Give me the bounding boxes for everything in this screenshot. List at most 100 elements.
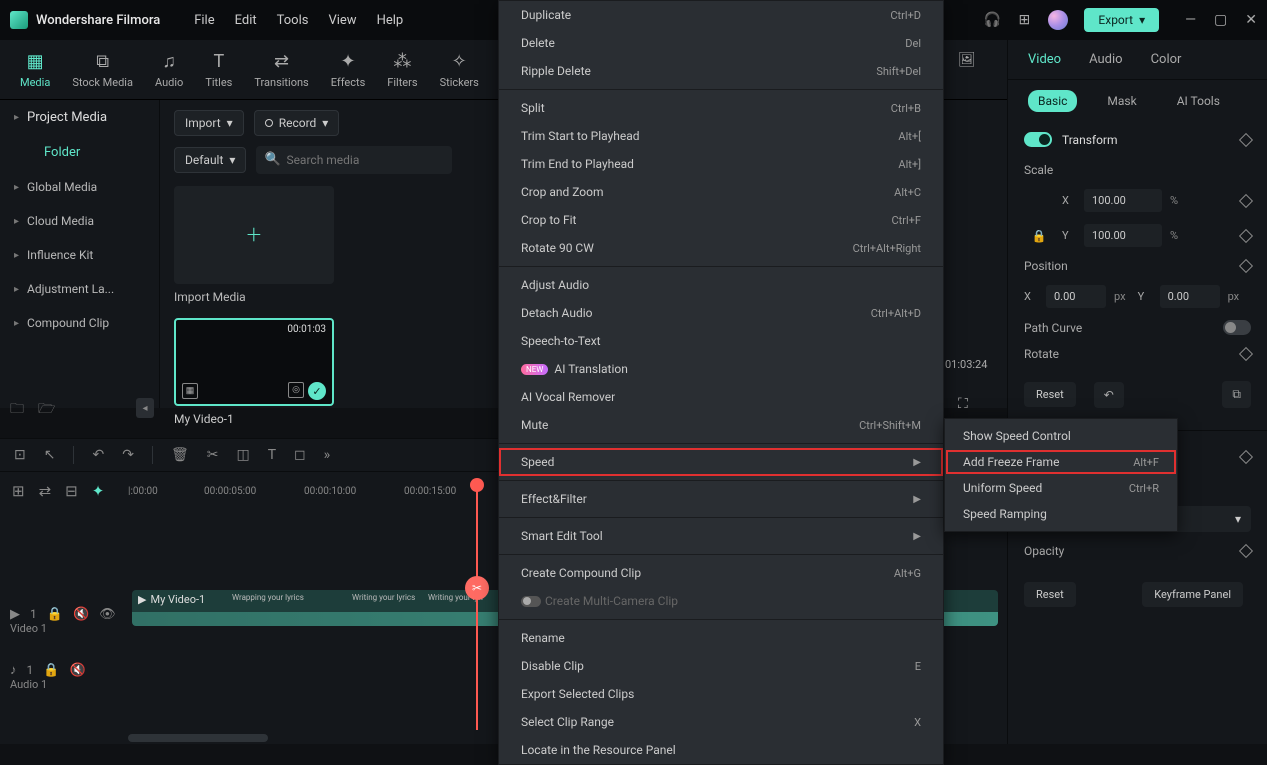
menu-delete[interactable]: DeleteDel <box>499 29 943 57</box>
fullscreen-icon[interactable]: ⛶ <box>958 396 968 412</box>
collapse-sidebar[interactable]: ◂ <box>136 398 154 418</box>
undo-icon[interactable]: ↶ <box>1094 382 1124 408</box>
nav-stock-media[interactable]: ⧉Stock Media <box>72 51 133 89</box>
folder-add-icon[interactable]: 🗀 <box>10 398 24 422</box>
menu-crop-to-fit[interactable]: Crop to FitCtrl+F <box>499 206 943 234</box>
playhead-cut-icon[interactable]: ✂ <box>465 576 489 600</box>
auto-icon[interactable]: ✦ <box>92 482 105 500</box>
folder-up-icon[interactable]: 🗁 <box>38 398 55 422</box>
pos-y-input[interactable] <box>1160 285 1220 308</box>
image-icon[interactable]: 🖼 <box>958 52 976 68</box>
reset-button[interactable]: Reset <box>1024 582 1076 607</box>
menu-ai-translation[interactable]: NEWAI Translation <box>499 355 943 383</box>
nav-titles[interactable]: TTitles <box>205 51 232 89</box>
crop-icon[interactable]: ◫ <box>236 447 249 463</box>
search-input[interactable] <box>256 146 452 174</box>
maximize-button[interactable]: ▢ <box>1214 12 1227 28</box>
import-dropdown[interactable]: Import▾ <box>174 110 244 136</box>
menu-adjust-audio[interactable]: Adjust Audio <box>499 271 943 299</box>
menu-ripple-delete[interactable]: Ripple DeleteShift+Del <box>499 57 943 85</box>
export-button[interactable]: Export ▾ <box>1084 8 1159 32</box>
default-dropdown[interactable]: Default▾ <box>174 147 246 173</box>
menu-file[interactable]: File <box>194 13 214 28</box>
keyframe-icon[interactable] <box>1239 228 1253 242</box>
menu-rotate-cw[interactable]: Rotate 90 CWCtrl+Alt+Right <box>499 234 943 262</box>
delete-icon[interactable]: 🗑 <box>171 447 189 463</box>
menu-edit[interactable]: Edit <box>235 13 257 28</box>
keyframe-panel-button[interactable]: Keyframe Panel <box>1142 582 1243 607</box>
sidebar-influence-kit[interactable]: ▸Influence Kit <box>0 238 159 272</box>
add-track-icon[interactable]: ⊞ <box>12 482 25 500</box>
nav-effects[interactable]: ✦Effects <box>331 51 366 89</box>
menu-trim-start-to-playhead[interactable]: Trim Start to PlayheadAlt+[ <box>499 122 943 150</box>
nav-transitions[interactable]: ⇄Transitions <box>254 51 308 89</box>
scale-y-input[interactable] <box>1084 224 1162 247</box>
sidebar-global-media[interactable]: ▸Global Media <box>0 170 159 204</box>
menu-rename[interactable]: Rename <box>499 624 943 652</box>
menu-detach-audio[interactable]: Detach AudioCtrl+Alt+D <box>499 299 943 327</box>
path-toggle[interactable] <box>1223 320 1251 335</box>
mute-icon[interactable]: 🔇 <box>73 607 89 622</box>
subtab-basic[interactable]: Basic <box>1028 90 1077 112</box>
keyframe-icon[interactable] <box>1239 259 1253 273</box>
menu-ai-vocal-remover[interactable]: AI Vocal Remover <box>499 383 943 411</box>
sidebar-adjustment[interactable]: ▸Adjustment La... <box>0 272 159 306</box>
menu-smart-edit-tool[interactable]: Smart Edit Tool▶ <box>499 522 943 550</box>
submenu-show-speed-control[interactable]: Show Speed Control <box>945 423 1177 449</box>
menu-trim-end-to-playhead[interactable]: Trim End to PlayheadAlt+] <box>499 150 943 178</box>
menu-crop-and-zoom[interactable]: Crop and ZoomAlt+C <box>499 178 943 206</box>
subtab-ai[interactable]: AI Tools <box>1167 90 1230 112</box>
tab-video[interactable]: Video <box>1028 52 1061 67</box>
redo-icon[interactable]: ↷ <box>122 447 134 463</box>
menu-split[interactable]: SplitCtrl+B <box>499 94 943 122</box>
split-icon[interactable]: ✂ <box>207 447 219 463</box>
group-icon[interactable]: ⊟ <box>65 482 78 500</box>
submenu-speed-ramping[interactable]: Speed Ramping <box>945 501 1177 527</box>
menu-export-selected-clips[interactable]: Export Selected Clips <box>499 680 943 708</box>
import-media-tile[interactable]: + <box>174 186 334 284</box>
subtab-mask[interactable]: Mask <box>1097 90 1146 112</box>
menu-help[interactable]: Help <box>377 13 404 28</box>
ai-orb-icon[interactable] <box>1048 10 1068 30</box>
undo-icon[interactable]: ↶ <box>92 447 104 463</box>
menu-locate-in-the-resource-panel[interactable]: Locate in the Resource Panel <box>499 736 943 764</box>
close-button[interactable]: ✕ <box>1245 12 1257 28</box>
link-icon[interactable]: 🔒 <box>1024 229 1054 243</box>
menu-effect-filter[interactable]: Effect&Filter▶ <box>499 485 943 513</box>
grid-icon[interactable]: ⊞ <box>1016 12 1032 28</box>
link-icon[interactable]: ⇄ <box>39 482 52 500</box>
submenu-uniform-speed[interactable]: Uniform SpeedCtrl+R <box>945 475 1177 501</box>
sidebar-cloud-media[interactable]: ▸Cloud Media <box>0 204 159 238</box>
sidebar-compound[interactable]: ▸Compound Clip <box>0 306 159 340</box>
tab-audio[interactable]: Audio <box>1089 52 1122 67</box>
menu-tools[interactable]: Tools <box>277 13 309 28</box>
reset-button[interactable]: Reset <box>1024 382 1076 407</box>
sidebar-folder[interactable]: Folder <box>0 135 159 170</box>
record-dropdown[interactable]: Record▾ <box>254 110 340 136</box>
horizontal-scrollbar[interactable] <box>128 734 268 742</box>
keyframe-icon[interactable] <box>1239 347 1253 361</box>
submenu-add-freeze-frame[interactable]: Add Freeze FrameAlt+F <box>945 449 1177 475</box>
lock-icon[interactable]: 🔒 <box>43 663 59 678</box>
transform-toggle[interactable] <box>1024 132 1052 147</box>
keyframe-icon[interactable] <box>1239 544 1253 558</box>
magnet-icon[interactable]: ⊡ <box>14 447 26 463</box>
menu-select-clip-range[interactable]: Select Clip RangeX <box>499 708 943 736</box>
tab-color[interactable]: Color <box>1151 52 1182 67</box>
keyframe-icon[interactable] <box>1239 132 1253 146</box>
menu-mute[interactable]: MuteCtrl+Shift+M <box>499 411 943 439</box>
menu-speech-to-text[interactable]: Speech-to-Text <box>499 327 943 355</box>
marker-icon[interactable]: ◻ <box>294 447 306 463</box>
keyframe-icon[interactable] <box>1239 193 1253 207</box>
nav-media[interactable]: ▦Media <box>20 51 50 89</box>
mute-icon[interactable]: 🔇 <box>69 663 85 678</box>
minimize-button[interactable]: — <box>1185 12 1196 28</box>
copy-icon[interactable]: ⧉ <box>1222 381 1251 408</box>
menu-create-compound-clip[interactable]: Create Compound ClipAlt+G <box>499 559 943 587</box>
pos-x-input[interactable] <box>1046 285 1106 308</box>
nav-audio[interactable]: ♫Audio <box>155 51 183 89</box>
nav-stickers[interactable]: ✧Stickers <box>440 51 479 89</box>
menu-duplicate[interactable]: DuplicateCtrl+D <box>499 1 943 29</box>
menu-view[interactable]: View <box>328 13 356 28</box>
menu-disable-clip[interactable]: Disable ClipE <box>499 652 943 680</box>
